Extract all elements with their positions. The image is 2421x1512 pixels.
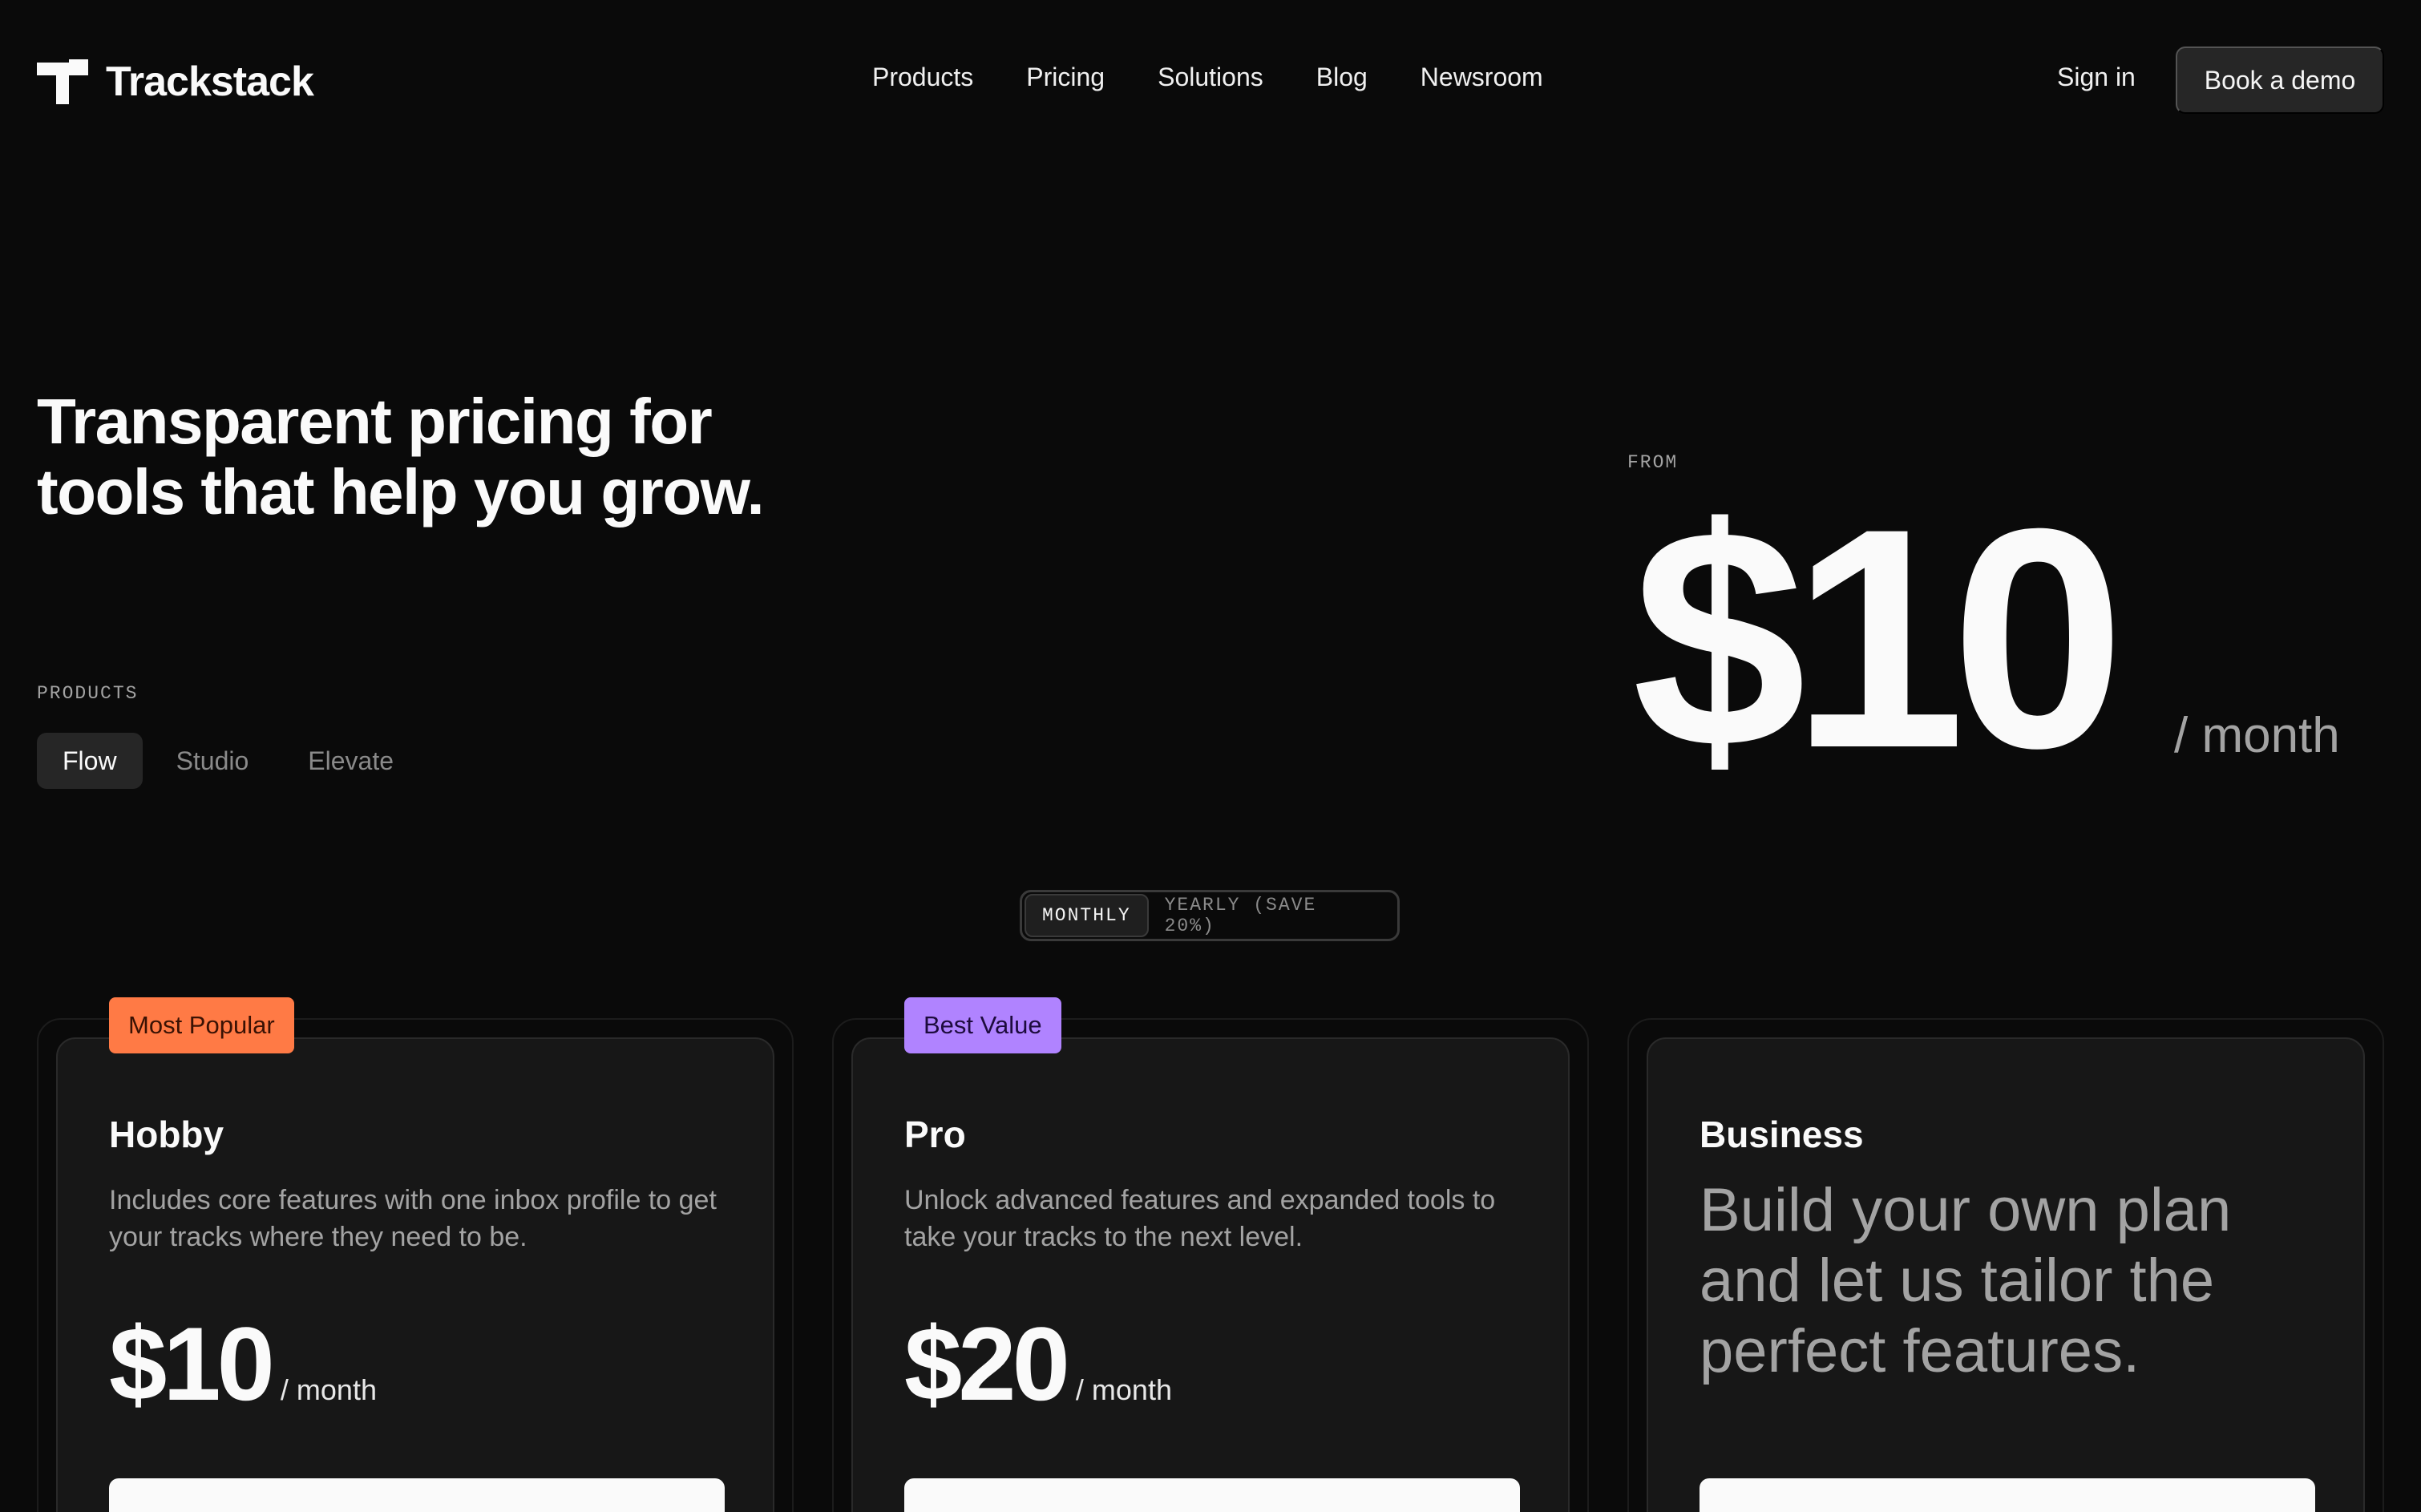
sign-in-link[interactable]: Sign in [2057, 63, 2136, 92]
plan-card-business-frame: Business Build your own plan and let us … [1627, 1018, 2384, 1512]
plan-card-hobby-frame: Most Popular Hobby Includes core feature… [37, 997, 794, 1512]
plan-name: Pro [904, 1114, 966, 1155]
main-nav: Products Pricing Solutions Blog Newsroom [872, 63, 1543, 92]
products-label: PRODUCTS [37, 683, 139, 704]
plan-cta-button[interactable] [1700, 1478, 2315, 1512]
nav-link-pricing[interactable]: Pricing [1026, 63, 1105, 92]
nav-link-products[interactable]: Products [872, 63, 973, 92]
brand-logo[interactable]: Trackstack [37, 58, 314, 106]
trackstack-logo-icon [37, 59, 88, 104]
product-tabs: Flow Studio Elevate [37, 733, 419, 789]
plan-price-block: $10 / month [109, 1304, 377, 1424]
starting-price-unit: / month [2174, 708, 2340, 763]
plan-price-unit: / month [1075, 1373, 1172, 1406]
tab-flow[interactable]: Flow [37, 733, 143, 789]
plan-description: Unlock advanced features and expanded to… [904, 1185, 1496, 1252]
nav-link-blog[interactable]: Blog [1316, 63, 1368, 92]
plan-card-pro: Best Value Pro Unlock advanced features … [851, 997, 1570, 1512]
top-navbar: Trackstack Products Pricing Solutions Bl… [0, 0, 2421, 160]
plan-card-hobby: Most Popular Hobby Includes core feature… [56, 997, 774, 1512]
billing-monthly-option[interactable]: MONTHLY [1025, 894, 1149, 937]
plan-cta-button[interactable] [109, 1478, 725, 1512]
plan-cta-button[interactable] [904, 1478, 1520, 1512]
plan-card-pro-frame: Best Value Pro Unlock advanced features … [832, 997, 1589, 1512]
nav-link-newsroom[interactable]: Newsroom [1421, 63, 1543, 92]
plan-description: Includes core features with one inbox pr… [109, 1185, 717, 1252]
plan-name: Business [1700, 1114, 1864, 1155]
plan-headline: Build your own plan and let us tailor th… [1700, 1176, 2232, 1385]
tab-studio[interactable]: Studio [151, 733, 275, 789]
billing-period-toggle: MONTHLY YEARLY (SAVE 20%) [1020, 890, 1400, 941]
starting-price: $10 [1632, 463, 2125, 813]
brand-name: Trackstack [106, 59, 314, 105]
page-title-line-1: Transparent pricing for [37, 386, 713, 457]
plan-price: $10 [109, 1305, 275, 1422]
billing-yearly-option[interactable]: YEARLY (SAVE 20%) [1149, 894, 1395, 937]
plan-price-unit: / month [280, 1373, 377, 1406]
tab-elevate[interactable]: Elevate [282, 733, 419, 789]
plan-card-business: Business Build your own plan and let us … [1647, 1037, 2365, 1512]
page-title: Transparent pricing for tools that help … [37, 386, 919, 528]
page-title-line-2: tools that help you grow. [37, 456, 765, 528]
best-value-badge: Best Value [904, 997, 1061, 1053]
plan-price-block: $20 / month [904, 1304, 1172, 1424]
plan-price: $20 [904, 1305, 1070, 1422]
plan-name: Hobby [109, 1114, 224, 1155]
most-popular-badge: Most Popular [109, 997, 294, 1053]
nav-link-solutions[interactable]: Solutions [1158, 63, 1263, 92]
book-demo-button[interactable]: Book a demo [2176, 46, 2384, 114]
